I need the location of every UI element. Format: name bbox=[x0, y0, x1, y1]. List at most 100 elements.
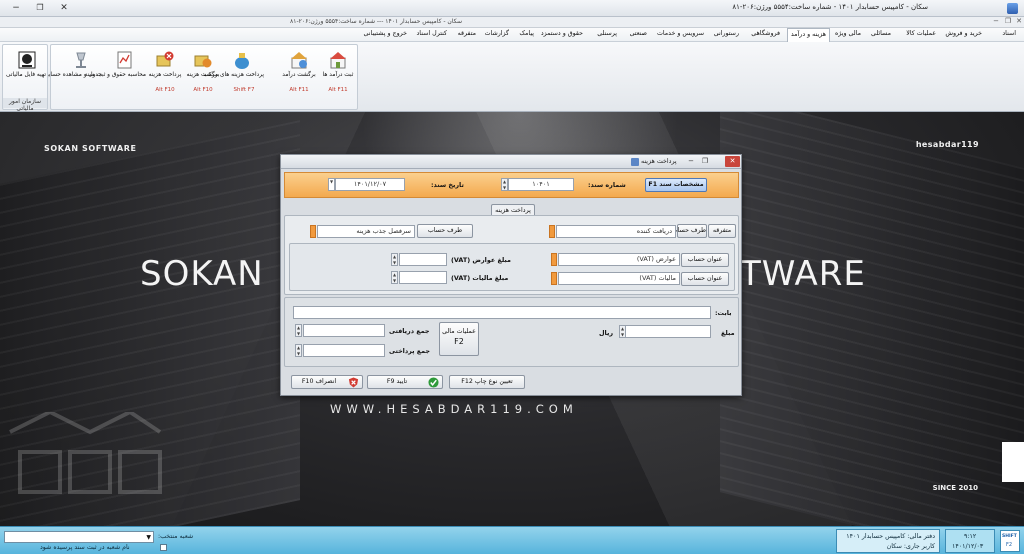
inner-close-button[interactable]: ✕ bbox=[1013, 17, 1024, 25]
financial-ops-button[interactable]: عملیات مالی F2 bbox=[439, 322, 479, 356]
account-title-field-toll[interactable]: عوارض (VAT) bbox=[558, 253, 680, 266]
menu-item-store[interactable]: فروشگاهی bbox=[751, 30, 780, 37]
cancel-label: انصراف F10 bbox=[301, 378, 337, 385]
menu-item-reports[interactable]: گزارشات bbox=[485, 30, 509, 37]
branch-ask-checkbox[interactable] bbox=[160, 544, 167, 551]
compound-cost-payment-button[interactable]: پرداخت هزینه های مرکب Shift F7 bbox=[203, 47, 264, 97]
close-window-button[interactable]: ✕ bbox=[53, 2, 75, 15]
total-paid-field[interactable] bbox=[303, 344, 385, 357]
print-type-button[interactable]: تعیین نوع چاپ F12 bbox=[449, 375, 525, 389]
cost-payment-button[interactable]: پرداخت هزینه Alt F10 bbox=[146, 47, 182, 97]
total-received-field[interactable] bbox=[303, 324, 385, 337]
ribbon-group-cost-income: ثبت درآمد ها Alt F11 برگشت درآمد Alt F11… bbox=[44, 44, 358, 110]
cancel-shield-icon bbox=[348, 377, 359, 388]
dialog-close-button[interactable]: ✕ bbox=[725, 156, 740, 167]
branch-ask-label: نام شعبه در ثبت سند پرسیده شود bbox=[40, 544, 130, 551]
cost-return-button[interactable]: برگشت هزینه Alt F10 bbox=[184, 47, 220, 97]
vat-toll-amount-label: مبلغ عوارض (VAT) bbox=[451, 256, 511, 264]
money-return-icon bbox=[194, 55, 212, 68]
menu-item-restaurant[interactable]: رستورانی bbox=[714, 30, 739, 37]
inner-minimize-button[interactable]: − bbox=[990, 17, 1002, 25]
account-title-button-tax[interactable]: عنوان حساب bbox=[681, 272, 729, 286]
date-text: ۱۴۰۱/۱۲/۰۳ bbox=[952, 543, 984, 550]
accounts-table-button[interactable]: جدول و مشاهده حسابها bbox=[44, 47, 102, 97]
document-window-bar: سکان - کامپیس حسابدار ۱۴۰۱ --- شماره ساخ… bbox=[0, 17, 1024, 28]
dialog-maximize-button[interactable]: ❐ bbox=[699, 156, 711, 167]
account-side-button[interactable]: طرف حساب bbox=[672, 224, 707, 238]
for-field[interactable] bbox=[293, 306, 711, 319]
doc-date-field[interactable]: ۱۴۰۱/۱۲/۰۷ bbox=[335, 178, 405, 191]
key-indicator: F2 bbox=[1006, 542, 1013, 548]
vat-tax-spinner[interactable]: ▲ ▼ bbox=[391, 271, 398, 284]
window-title: سکان - کامپیس حسابدار ۱۴۰۱ - شماره ساخت:… bbox=[732, 3, 928, 11]
doc-number-spinner[interactable]: ▲ ▼ bbox=[501, 178, 508, 191]
menu-item-misc[interactable]: متفرقه bbox=[458, 30, 476, 37]
ribbon: ثبت درآمد ها Alt F11 برگشت درآمد Alt F11… bbox=[0, 42, 1024, 112]
menu-item-services[interactable]: سرویس و خدمات bbox=[657, 30, 704, 37]
confirm-label: تایید F9 bbox=[386, 378, 408, 385]
doc-spec-button[interactable]: مشخصات سند F1 bbox=[645, 178, 707, 192]
dialog-minimize-button[interactable]: − bbox=[685, 156, 697, 167]
chevron-down-icon: ▼ bbox=[146, 534, 151, 541]
vat-toll-amount-field[interactable] bbox=[399, 253, 447, 266]
branch-label: شعبه منتخب: bbox=[158, 533, 194, 540]
menu-item-exit-support[interactable]: خروج و پشتیبانی bbox=[363, 30, 407, 37]
financial-ops-key: F2 bbox=[454, 337, 464, 346]
house-return-icon bbox=[291, 52, 307, 69]
menu-item-issues[interactable]: مسائلی bbox=[871, 30, 891, 37]
side-panel-tab[interactable] bbox=[1002, 442, 1024, 482]
total-paid-spinner[interactable]: ▲ ▼ bbox=[295, 344, 302, 357]
menu-item-buy-sell[interactable]: خرید و فروش bbox=[945, 30, 982, 37]
hesabdar-text: hesabdar119 bbox=[915, 140, 979, 149]
cost-payment-dialog: − ❐ ✕ پرداخت هزینه مشخصات سند F1 شماره س… bbox=[280, 154, 742, 396]
minimize-button[interactable]: − bbox=[5, 2, 27, 15]
vat-toll-spinner[interactable]: ▲ ▼ bbox=[391, 253, 398, 266]
tax-file-button[interactable]: تهیه فایل مالیاتی bbox=[6, 47, 46, 97]
amount-field[interactable] bbox=[625, 325, 711, 338]
since-text: SINCE 2010 bbox=[932, 484, 978, 492]
tax-org-logo-icon bbox=[18, 51, 36, 69]
rial-label: ریال bbox=[599, 329, 614, 337]
cost-heading-marker bbox=[310, 225, 316, 238]
branch-select[interactable]: ▼ bbox=[4, 531, 154, 543]
other-account-side-button[interactable]: طرف حساب bbox=[417, 224, 473, 238]
doc-number-field[interactable]: ۱۰۴۰۱ bbox=[508, 178, 574, 191]
total-received-spinner[interactable]: ▲ ▼ bbox=[295, 324, 302, 337]
fiscal-office-text: دفتر مالی: کامپیس حسابدار ۱۴۰۱ bbox=[846, 533, 935, 540]
vat-tax-amount-label: مبلغ مالیات (VAT) bbox=[451, 274, 509, 282]
maximize-button[interactable]: ❐ bbox=[29, 2, 51, 15]
payroll-calc-button[interactable]: محاسبه حقوق و ثبت سند bbox=[85, 47, 146, 97]
total-paid-label: جمع پرداختی bbox=[389, 347, 431, 355]
sokan-software-text: SOKAN SOFTWARE bbox=[44, 144, 137, 153]
menu-item-doc-control[interactable]: کنترل اسناد bbox=[417, 30, 448, 37]
cancel-button[interactable]: انصراف F10 bbox=[291, 375, 363, 389]
menu-item-payroll[interactable]: حقوق و دستمزد bbox=[541, 30, 583, 37]
menu-bar: اسناد خرید و فروش عملیات کالا مسائلی مال… bbox=[0, 28, 1024, 42]
menu-item-goods-ops[interactable]: عملیات کالا bbox=[906, 30, 936, 37]
income-return-button[interactable]: برگشت درآمد Alt F11 bbox=[280, 47, 316, 97]
menu-item-industrial[interactable]: صنعتی bbox=[630, 30, 647, 37]
menu-item-special-finance[interactable]: مالی ویژه bbox=[835, 30, 861, 37]
menu-item-cost-income[interactable]: هزینه و درآمد bbox=[786, 28, 830, 42]
register-income-button[interactable]: ثبت درآمد ها Alt F11 bbox=[319, 47, 355, 97]
confirm-button[interactable]: تایید F9 bbox=[367, 375, 443, 389]
cost-heading-field[interactable]: سرفصل جذب هزینه bbox=[317, 225, 415, 238]
menu-item-sms[interactable]: پیامک bbox=[519, 30, 534, 37]
account-title-button-toll[interactable]: عنوان حساب bbox=[681, 253, 729, 267]
receiver-field[interactable]: دریافت کننده bbox=[556, 225, 676, 238]
misc-button[interactable]: متفرقه bbox=[708, 224, 736, 238]
vat-tax-amount-field[interactable] bbox=[399, 271, 447, 284]
amount-spinner[interactable]: ▲ ▼ bbox=[619, 325, 626, 338]
amount-label: مبلغ bbox=[721, 329, 735, 337]
background-building-right bbox=[720, 112, 1024, 526]
brand-big-right: TWARE bbox=[740, 254, 866, 294]
lamp-table-icon bbox=[76, 52, 86, 68]
brand-big-left: SOKAN bbox=[140, 254, 264, 294]
doc-date-label: تاریخ سند: bbox=[431, 181, 464, 189]
menu-item-personnel[interactable]: پرسنلی bbox=[597, 30, 617, 37]
for-label: بابت: bbox=[715, 309, 732, 317]
account-title-field-tax[interactable]: مالیات (VAT) bbox=[558, 272, 680, 285]
dialog-title: پرداخت هزینه bbox=[641, 158, 677, 165]
doc-date-dropdown[interactable]: ▼ bbox=[328, 178, 335, 191]
menu-item-documents[interactable]: اسناد bbox=[1002, 30, 1016, 37]
